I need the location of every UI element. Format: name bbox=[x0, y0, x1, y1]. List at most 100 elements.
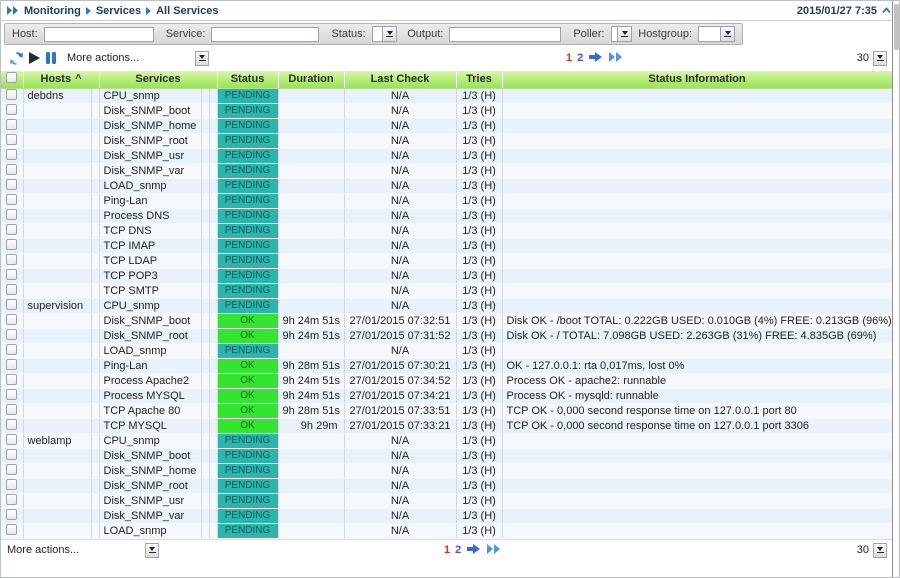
row-checkbox[interactable] bbox=[6, 254, 17, 265]
more-actions-select-bottom[interactable]: More actions... bbox=[7, 543, 159, 558]
row-checkbox[interactable] bbox=[6, 494, 17, 505]
next-page-icon[interactable] bbox=[466, 543, 481, 558]
breadcrumb-item-services[interactable]: Services bbox=[96, 5, 141, 17]
row-checkbox[interactable] bbox=[6, 269, 17, 280]
status-filter-select[interactable] bbox=[372, 26, 398, 42]
column-header-status[interactable]: Status bbox=[217, 71, 278, 88]
service-name-cell[interactable]: LOAD_snmp bbox=[99, 523, 201, 538]
service-name-cell[interactable]: Process Apache2 bbox=[99, 373, 201, 388]
row-checkbox[interactable] bbox=[6, 419, 17, 430]
service-name-cell[interactable]: Disk_SNMP_root bbox=[99, 328, 201, 343]
service-name-cell[interactable]: TCP LDAP bbox=[99, 253, 201, 268]
row-checkbox[interactable] bbox=[6, 464, 17, 475]
select-all-checkbox[interactable] bbox=[1, 71, 23, 88]
service-name-cell[interactable]: Disk_SNMP_var bbox=[99, 163, 201, 178]
next-page-icon[interactable] bbox=[588, 51, 603, 66]
service-name-cell[interactable]: Ping-Lan bbox=[99, 358, 201, 373]
service-name-cell[interactable]: CPU_snmp bbox=[99, 433, 201, 448]
service-name-cell[interactable]: Disk_SNMP_usr bbox=[99, 493, 201, 508]
breadcrumb-item-monitoring[interactable]: Monitoring bbox=[24, 5, 81, 17]
column-header-duration[interactable]: Duration bbox=[278, 71, 344, 88]
row-checkbox[interactable] bbox=[6, 104, 17, 115]
more-actions-select[interactable]: More actions... bbox=[67, 51, 209, 66]
row-checkbox[interactable] bbox=[6, 314, 17, 325]
column-header-tries[interactable]: Tries bbox=[456, 71, 502, 88]
service-name-cell[interactable]: CPU_snmp bbox=[99, 298, 201, 313]
table-row: Disk_SNMP_usrPENDINGN/A1/3 (H) bbox=[1, 493, 892, 508]
hostgroup-filter-select[interactable] bbox=[698, 26, 735, 42]
row-checkbox[interactable] bbox=[6, 194, 17, 205]
row-checkbox-cell bbox=[1, 373, 23, 388]
column-header-services[interactable]: Services bbox=[99, 71, 217, 88]
service-name-cell[interactable]: TCP MYSQL bbox=[99, 418, 201, 433]
host-name-cell bbox=[23, 193, 91, 208]
host-name-cell[interactable]: weblamp bbox=[23, 433, 91, 448]
service-name-cell[interactable]: Disk_SNMP_root bbox=[99, 478, 201, 493]
row-checkbox[interactable] bbox=[6, 209, 17, 220]
row-checkbox[interactable] bbox=[6, 509, 17, 520]
row-checkbox[interactable] bbox=[6, 299, 17, 310]
vertical-scrollbar[interactable] bbox=[892, 1, 899, 578]
row-checkbox[interactable] bbox=[6, 374, 17, 385]
service-name-cell[interactable]: LOAD_snmp bbox=[99, 343, 201, 358]
service-name-cell[interactable]: CPU_snmp bbox=[99, 88, 201, 103]
page-size-select-top[interactable]: 30 bbox=[857, 51, 887, 66]
poller-filter-select[interactable] bbox=[611, 26, 633, 42]
host-filter-input[interactable] bbox=[44, 27, 154, 42]
service-name-cell[interactable]: Disk_SNMP_usr bbox=[99, 148, 201, 163]
output-filter-input[interactable] bbox=[449, 27, 561, 42]
service-name-cell[interactable]: Disk_SNMP_root bbox=[99, 133, 201, 148]
last-page-icon[interactable] bbox=[486, 543, 502, 558]
row-checkbox[interactable] bbox=[6, 179, 17, 190]
row-checkbox[interactable] bbox=[6, 164, 17, 175]
service-name-cell[interactable]: Disk_SNMP_home bbox=[99, 118, 201, 133]
service-name-cell[interactable]: Process MYSQL bbox=[99, 388, 201, 403]
row-checkbox[interactable] bbox=[6, 479, 17, 490]
page-number-link[interactable]: 2 bbox=[577, 52, 583, 64]
service-name-cell[interactable]: Disk_SNMP_boot bbox=[99, 448, 201, 463]
service-name-cell[interactable]: TCP DNS bbox=[99, 223, 201, 238]
host-name-cell[interactable]: supervision bbox=[23, 298, 91, 313]
row-checkbox[interactable] bbox=[6, 149, 17, 160]
column-header-hosts[interactable]: Hosts^ bbox=[23, 71, 99, 88]
row-checkbox[interactable] bbox=[6, 119, 17, 130]
refresh-icon[interactable] bbox=[9, 51, 24, 66]
play-icon[interactable] bbox=[28, 51, 41, 65]
page-number-link[interactable]: 2 bbox=[455, 544, 461, 556]
service-name-cell[interactable]: LOAD_snmp bbox=[99, 178, 201, 193]
row-checkbox[interactable] bbox=[6, 434, 17, 445]
service-filter-input[interactable] bbox=[211, 27, 319, 42]
row-checkbox[interactable] bbox=[6, 89, 17, 100]
service-name-cell[interactable]: TCP Apache 80 bbox=[99, 403, 201, 418]
row-checkbox[interactable] bbox=[6, 284, 17, 295]
row-checkbox[interactable] bbox=[6, 134, 17, 145]
row-checkbox[interactable] bbox=[6, 449, 17, 460]
page-size-select-bottom[interactable]: 30 bbox=[857, 543, 887, 558]
service-name-cell[interactable]: Process DNS bbox=[99, 208, 201, 223]
scrollbar-thumb[interactable] bbox=[894, 4, 899, 50]
breadcrumb-item-all-services[interactable]: All Services bbox=[156, 5, 218, 17]
service-name-cell[interactable]: Disk_SNMP_boot bbox=[99, 313, 201, 328]
row-checkbox[interactable] bbox=[6, 359, 17, 370]
host-name-cell[interactable]: debdns bbox=[23, 88, 91, 103]
row-checkbox[interactable] bbox=[6, 329, 17, 340]
row-checkbox[interactable] bbox=[6, 389, 17, 400]
last-page-icon[interactable] bbox=[608, 51, 624, 66]
service-name-cell[interactable]: TCP IMAP bbox=[99, 238, 201, 253]
service-name-cell[interactable]: TCP POP3 bbox=[99, 268, 201, 283]
row-checkbox[interactable] bbox=[6, 224, 17, 235]
row-checkbox[interactable] bbox=[6, 404, 17, 415]
chevron-up-icon[interactable] bbox=[882, 7, 891, 14]
host-name-cell bbox=[23, 253, 91, 268]
row-checkbox[interactable] bbox=[6, 344, 17, 355]
service-name-cell[interactable]: Disk_SNMP_boot bbox=[99, 103, 201, 118]
column-header-status-information[interactable]: Status Information bbox=[502, 71, 892, 88]
column-header-last-check[interactable]: Last Check bbox=[344, 71, 456, 88]
pause-icon[interactable] bbox=[45, 51, 57, 65]
service-name-cell[interactable]: Disk_SNMP_home bbox=[99, 463, 201, 478]
service-name-cell[interactable]: Disk_SNMP_var bbox=[99, 508, 201, 523]
row-checkbox[interactable] bbox=[6, 524, 17, 535]
service-name-cell[interactable]: TCP SMTP bbox=[99, 283, 201, 298]
service-name-cell[interactable]: Ping-Lan bbox=[99, 193, 201, 208]
row-checkbox[interactable] bbox=[6, 239, 17, 250]
